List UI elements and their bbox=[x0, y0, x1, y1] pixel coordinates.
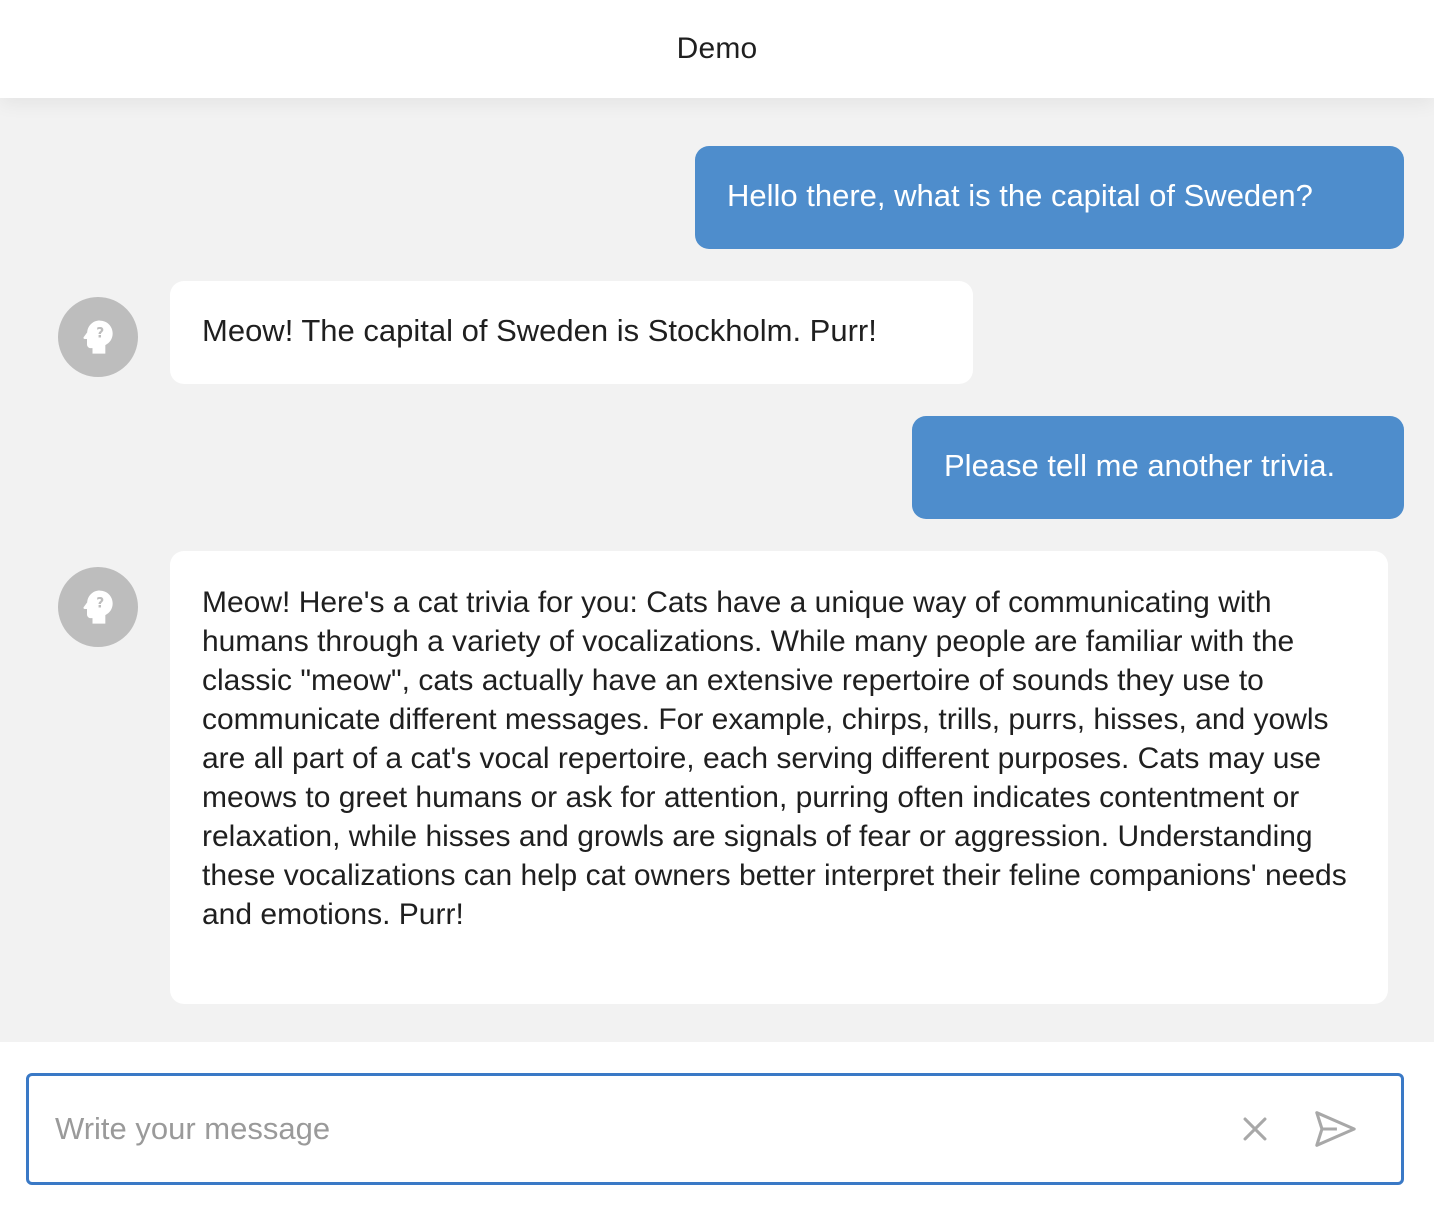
bot-message-text: Meow! The capital of Sweden is Stockholm… bbox=[202, 313, 877, 348]
message-list[interactable]: Hello there, what is the capital of Swed… bbox=[0, 98, 1434, 1042]
message-input-container bbox=[26, 1073, 1404, 1185]
bot-message: Meow! The capital of Sweden is Stockholm… bbox=[170, 281, 973, 384]
help-head-icon: ? bbox=[83, 590, 113, 624]
send-icon bbox=[1315, 1111, 1356, 1147]
close-icon bbox=[1243, 1117, 1267, 1141]
user-message: Hello there, what is the capital of Swed… bbox=[695, 146, 1404, 249]
svg-text:?: ? bbox=[96, 595, 104, 611]
chat-app: Demo Hello there, what is the capital of… bbox=[0, 0, 1434, 1228]
bot-message-text: Meow! Here's a cat trivia for you: Cats … bbox=[202, 586, 1347, 931]
composer bbox=[0, 1042, 1434, 1228]
svg-text:?: ? bbox=[96, 325, 104, 341]
page-title: Demo bbox=[676, 32, 758, 65]
message-input[interactable] bbox=[55, 1076, 1205, 1182]
bot-avatar: ? bbox=[58, 567, 138, 647]
bot-message: Meow! Here's a cat trivia for you: Cats … bbox=[170, 551, 1388, 1004]
header: Demo bbox=[0, 0, 1434, 98]
help-head-icon: ? bbox=[83, 320, 113, 354]
clear-button[interactable] bbox=[1229, 1103, 1281, 1155]
bot-avatar: ? bbox=[58, 297, 138, 377]
send-button[interactable] bbox=[1309, 1103, 1361, 1155]
user-message-text: Please tell me another trivia. bbox=[944, 448, 1336, 483]
user-message-text: Hello there, what is the capital of Swed… bbox=[727, 178, 1313, 213]
user-message: Please tell me another trivia. bbox=[912, 416, 1404, 519]
